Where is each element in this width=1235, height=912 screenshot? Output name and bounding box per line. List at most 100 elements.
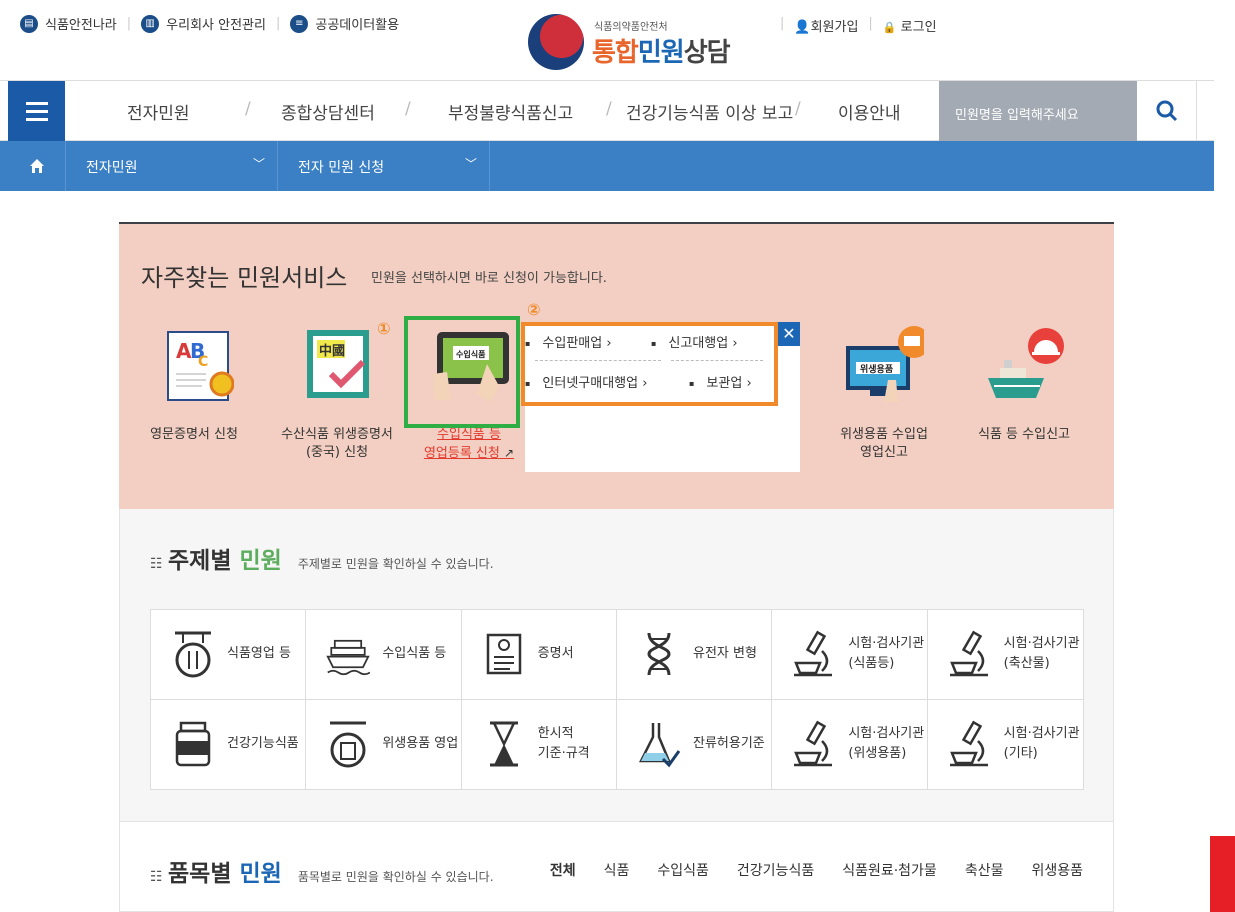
topic-cell-label: 위생용품 영업 <box>382 736 459 752</box>
search-icon <box>1156 100 1177 122</box>
flask-check-icon <box>637 719 681 769</box>
ship-cloche-icon <box>984 324 1064 404</box>
item-title-accent: 민원 <box>239 861 282 887</box>
topic-description: 주제별로 민원을 확인하실 수 있습니다. <box>297 557 494 571</box>
dna-icon <box>637 629 681 679</box>
category-hygiene[interactable]: 위생용품 <box>1031 860 1083 880</box>
category-health-food[interactable]: 건강기능식품 <box>737 860 814 880</box>
util-link-label: 공공데이터활용 <box>315 18 400 33</box>
hamburger-menu-button[interactable] <box>8 81 65 141</box>
chevron-down-icon: ﹀ <box>252 157 265 171</box>
topic-title: 주제별 <box>168 548 232 574</box>
topic-cell-certificate[interactable]: 증명서 <box>461 610 617 700</box>
location-bar: 전자민원 ﹀ 전자 민원 신청 ﹀ <box>0 141 1214 191</box>
user-plus-icon: 👤 <box>794 20 811 35</box>
account-links: | 👤회원가입 | 🔒 로그인 <box>780 16 937 35</box>
topic-cell-label: 시험·검사기관 (위생용품) <box>848 726 925 762</box>
monitor-icon: 위생용품 <box>844 324 930 404</box>
microscope-icon <box>792 629 836 679</box>
topic-cell-label: 시험·검사기관 (식품등) <box>848 636 925 672</box>
category-all[interactable]: 전체 <box>550 860 576 880</box>
list-icon: ☷ <box>150 869 163 885</box>
topic-cell-label: 증명서 <box>537 646 574 662</box>
topic-cell-lab-hygiene[interactable]: 시험·검사기관 (위생용품) <box>772 699 928 789</box>
logo-subtitle: 식품의약품안전처 <box>594 22 668 33</box>
service-food-import-report[interactable]: 식품 등 수입신고 <box>964 324 1084 444</box>
side-floating-tab[interactable] <box>1210 836 1235 912</box>
list-icon: ≡ <box>290 14 309 33</box>
service-hygiene-import[interactable]: 위생용품 위생용품 수입업 영업신고 <box>819 324 949 462</box>
government-emblem-icon <box>528 14 584 70</box>
service-import-food-register-line2: 영업등록 신청 ↗ <box>423 446 515 461</box>
topic-cell-lab-food[interactable]: 시험·검사기관 (식품등) <box>772 610 928 700</box>
logo-title: 통합민원상담 <box>592 38 731 68</box>
marker-2: ② <box>527 300 541 319</box>
supplement-bottle-icon <box>171 719 215 769</box>
category-imported-food[interactable]: 수입식품 <box>657 860 709 880</box>
topic-cell-label: 한시적 기준·규격 <box>537 726 590 762</box>
topic-cell-label: 시험·검사기관 (축산물) <box>1003 636 1080 672</box>
svg-text:C: C <box>198 354 208 370</box>
nav-item-e-petition[interactable]: 전자민원 <box>127 99 190 124</box>
topic-cell-label: 건강기능식품 <box>227 736 299 752</box>
nav-item-health-food-report[interactable]: 건강기능식품 이상 보고 <box>626 99 793 124</box>
util-link-public-data[interactable]: ≡ 공공데이터활용 <box>290 14 399 33</box>
nav-item-consult-center[interactable]: 종합상담센터 <box>281 99 375 124</box>
topic-cell-label: 식품영업 등 <box>227 646 291 662</box>
nav-item-bad-food-report[interactable]: 부정불량식품신고 <box>448 99 573 124</box>
microscope-icon <box>792 719 836 769</box>
location-depth2[interactable]: 전자 민원 신청 ﹀ <box>278 141 490 191</box>
certificate-check-icon: 中國 <box>297 324 377 404</box>
topic-cell-lab-livestock[interactable]: 시험·검사기관 (축산물) <box>927 610 1083 700</box>
search-input[interactable]: 민원명을 입력해주세요 <box>939 81 1137 141</box>
popup-close-button[interactable]: ✕ <box>778 322 800 346</box>
category-food[interactable]: 식품 <box>604 860 630 880</box>
building-icon: ▥ <box>141 14 160 33</box>
topic-cell-residue-limit[interactable]: 잔류허용기준 <box>617 699 773 789</box>
home-button[interactable] <box>8 141 66 191</box>
category-livestock[interactable]: 축산물 <box>965 860 1004 880</box>
util-link-food-safety[interactable]: ▤ 식품안전나라 <box>20 14 117 33</box>
home-icon <box>29 159 44 173</box>
utility-links: ▤ 식품안전나라 | ▥ 우리회사 안전관리 | ≡ 공공데이터활용 <box>20 14 409 33</box>
item-title: 품목별 <box>168 861 232 887</box>
topic-cell-lab-other[interactable]: 시험·검사기관 (기타) <box>928 700 1083 790</box>
util-link-label: 식품안전나라 <box>45 18 117 33</box>
topic-cell-imported-food[interactable]: 수입식품 등 <box>306 610 462 700</box>
section-description: 민원을 선택하시면 바로 신청이 가능합니다. <box>371 271 607 286</box>
nav-item-guide[interactable]: 이용안내 <box>838 99 901 124</box>
topic-title-accent: 민원 <box>239 548 282 574</box>
topic-cell-food-business[interactable]: 식품영업 등 <box>151 610 307 700</box>
highlight-box-1 <box>404 316 520 428</box>
hourglass-icon <box>482 719 526 769</box>
marker-1: ① <box>377 319 391 338</box>
topic-cell-hygiene-business[interactable]: 위생용품 영업 <box>306 699 462 789</box>
chevron-down-icon: ﹀ <box>464 157 477 171</box>
topic-cell-label: 잔류허용기준 <box>692 736 765 752</box>
util-link-company-safety[interactable]: ▥ 우리회사 안전관리 <box>141 14 266 33</box>
location-depth1[interactable]: 전자민원 ﹀ <box>66 141 278 191</box>
site-logo[interactable]: 식품의약품안전처 통합민원상담 <box>528 12 748 72</box>
certificate-icon <box>482 629 526 679</box>
topic-cell-health-functional-food[interactable]: 건강기능식품 <box>151 699 307 789</box>
close-icon: ✕ <box>782 324 796 343</box>
service-seafood-certificate[interactable]: 中國 수산식품 위생증명서 (중국) 신청 <box>267 324 407 462</box>
service-english-certificate[interactable]: ABC 영문증명서 신청 <box>139 324 249 444</box>
document-icon: ▤ <box>20 14 38 33</box>
topic-cell-label: 수입식품 등 <box>382 646 447 662</box>
topic-header: ☷ 주제별 민원 주제별로 민원을 확인하실 수 있습니다. <box>150 541 494 575</box>
external-link-icon: ↗ <box>503 446 515 460</box>
topic-cell-gmo[interactable]: 유전자 변형 <box>616 610 773 700</box>
microscope-icon <box>948 719 992 769</box>
restaurant-sign-icon <box>171 629 215 679</box>
util-link-label: 우리회사 안전관리 <box>166 18 266 33</box>
login-link[interactable]: 🔒 로그인 <box>883 16 937 35</box>
certificate-icon: ABC <box>154 324 235 404</box>
search-button[interactable] <box>1137 81 1197 141</box>
topic-section: ☷ 주제별 민원 주제별로 민원을 확인하실 수 있습니다. 식품영업 등 수입식… <box>119 509 1114 822</box>
item-categories: 전체 식품 수입식품 건강기능식품 식품원료·첨가물 축산물 위생용품 <box>550 860 1083 880</box>
main-navigation: 전자민원 / 종합상담센터 / 부정불량식품신고 / 건강기능식품 이상 보고 … <box>0 80 1214 141</box>
join-link[interactable]: 👤회원가입 <box>794 16 858 35</box>
category-ingredients[interactable]: 식품원료·첨가물 <box>842 860 937 880</box>
topic-cell-temporary-standard[interactable]: 한시적 기준·규격 <box>462 699 617 789</box>
